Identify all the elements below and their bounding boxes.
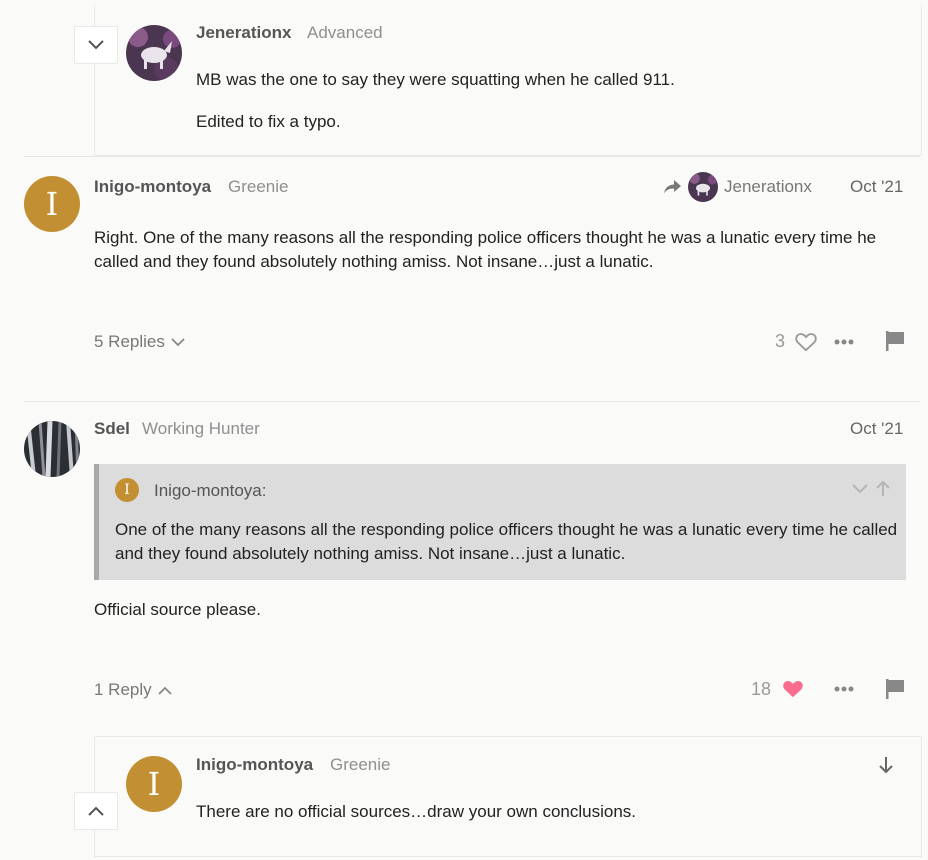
post-body: Official source please.: [94, 600, 261, 619]
replies-label: 1 Reply: [94, 680, 152, 699]
chevron-up-icon: [88, 806, 104, 816]
collapse-embedded-button[interactable]: [74, 26, 118, 64]
heart-outline-icon: [795, 333, 817, 352]
jump-to-quote-button[interactable]: [874, 479, 892, 499]
replies-label: 5 Replies: [94, 332, 165, 351]
post-date[interactable]: Oct '21: [850, 419, 903, 439]
collapse-embedded-button[interactable]: [74, 792, 118, 830]
heart-filled-icon: [783, 681, 803, 698]
flag-icon: [886, 679, 904, 699]
post-body: Right. One of the many reasons all the r…: [94, 228, 877, 271]
reply-to-tab[interactable]: Jenerationx: [664, 172, 812, 202]
post-body: There are no official sources…draw your …: [196, 802, 637, 821]
quote-text: One of the many reasons all the respondi…: [115, 520, 898, 563]
reply-to-username: Jenerationx: [724, 177, 812, 196]
arrow-up-icon: [876, 481, 890, 496]
user-title: Advanced: [307, 23, 383, 42]
chevron-down-icon: [88, 40, 104, 50]
like-count[interactable]: 18: [751, 679, 771, 700]
post-divider: [24, 401, 920, 402]
show-replies-button[interactable]: 5 Replies: [94, 332, 185, 352]
like-count[interactable]: 3: [775, 331, 785, 352]
jump-to-post-button[interactable]: [876, 754, 896, 776]
flag-button[interactable]: [882, 676, 908, 702]
ellipsis-icon: [834, 686, 854, 692]
flag-button[interactable]: [882, 328, 908, 354]
avatar[interactable]: [24, 421, 80, 477]
user-title: Working Hunter: [142, 419, 260, 438]
expand-quote-button[interactable]: [851, 480, 869, 498]
quote-avatar: I: [115, 478, 139, 502]
post-paragraph: MB was the one to say they were squattin…: [196, 70, 675, 89]
share-arrow-icon: [664, 180, 681, 194]
username[interactable]: Inigo-montoya: [196, 755, 313, 775]
like-button[interactable]: [780, 677, 806, 701]
avatar[interactable]: [126, 25, 182, 81]
quote-username[interactable]: Inigo-montoya:: [154, 481, 266, 501]
username[interactable]: Sdel: [94, 419, 130, 439]
chevron-down-icon: [171, 337, 185, 346]
post-paragraph: Edited to fix a typo.: [196, 112, 341, 131]
quote-block: I Inigo-montoya: One of the many reasons…: [94, 464, 906, 580]
more-actions-button[interactable]: [832, 330, 856, 354]
chevron-down-icon: [852, 484, 868, 494]
flag-icon: [886, 331, 904, 351]
username[interactable]: Inigo-montoya: [94, 177, 211, 197]
avatar[interactable]: I: [126, 756, 182, 812]
reply-to-avatar: [688, 172, 718, 202]
avatar[interactable]: I: [24, 176, 80, 232]
user-title: Greenie: [330, 755, 391, 774]
username[interactable]: Jenerationx: [196, 23, 291, 43]
ellipsis-icon: [834, 339, 854, 345]
more-actions-button[interactable]: [832, 677, 856, 701]
show-replies-button[interactable]: 1 Reply: [94, 680, 172, 700]
chevron-up-icon: [158, 686, 172, 695]
arrow-down-icon: [879, 757, 893, 774]
post-divider: [24, 156, 920, 157]
like-button[interactable]: [794, 330, 818, 354]
user-title: Greenie: [228, 177, 289, 196]
post-date[interactable]: Oct '21: [850, 177, 903, 197]
